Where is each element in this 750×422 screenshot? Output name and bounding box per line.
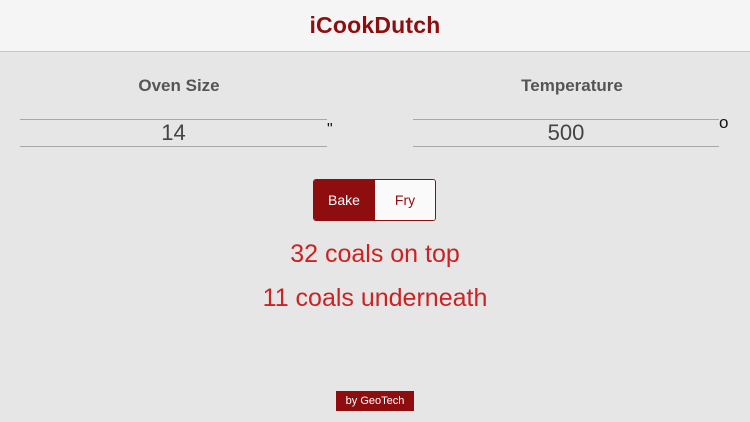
degree-unit: o	[719, 113, 729, 132]
temperature-value: 500	[547, 120, 585, 145]
coals-underneath-result: 11 coals underneath	[262, 284, 488, 312]
app-title: iCookDutch	[309, 12, 441, 38]
credit-badge[interactable]: by GeoTech	[336, 391, 414, 411]
temperature-label: Temperature	[521, 76, 623, 95]
oven-size-input[interactable]: 14	[20, 119, 327, 147]
temperature-input[interactable]: 500	[413, 119, 719, 147]
fry-segment[interactable]: Fry	[374, 180, 435, 220]
bake-segment[interactable]: Bake	[314, 180, 374, 220]
oven-size-value: 14	[161, 120, 186, 145]
inch-unit: "	[327, 121, 333, 138]
navigation-bar: iCookDutch	[0, 0, 750, 52]
cook-mode-segmented-control: Bake Fry	[313, 179, 436, 221]
oven-size-label: Oven Size	[138, 76, 220, 95]
coals-on-top-result: 32 coals on top	[290, 240, 460, 268]
